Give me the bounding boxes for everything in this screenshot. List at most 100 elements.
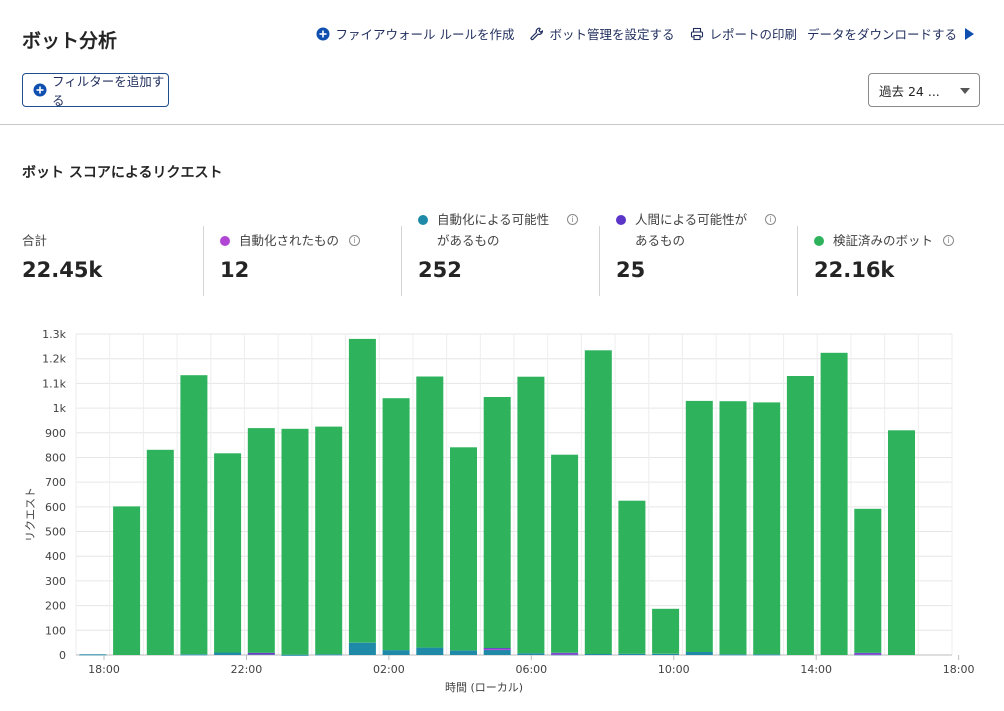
print-report-button[interactable]: レポートの印刷 <box>690 24 797 43</box>
plus-circle-icon <box>33 83 47 97</box>
requests-chart-svg: 0 100 200 300 400 500 600 700 800 900 1k 1.1k 1.2k 1.… <box>24 328 975 694</box>
metric-likely-automated-label-line1: 自動化による可能性 <box>437 212 550 227</box>
y-tick-label: 700 <box>45 476 66 489</box>
info-icon[interactable]: i <box>765 214 777 225</box>
y-tick-label: 400 <box>45 550 66 563</box>
bar-segment[interactable] <box>315 426 343 655</box>
metric-verified-bots-label: 検証済みのボット <box>833 233 934 248</box>
bar-segment[interactable] <box>551 653 579 655</box>
bar-segment[interactable] <box>214 453 242 653</box>
bar-segment[interactable] <box>517 653 545 655</box>
bar-segment[interactable] <box>113 506 141 655</box>
bar-segment[interactable] <box>854 508 882 653</box>
bar-segment[interactable] <box>450 650 477 655</box>
y-tick-label: 100 <box>45 624 66 637</box>
bar-segment[interactable] <box>652 653 680 655</box>
bar-segment[interactable] <box>315 654 343 656</box>
info-icon[interactable]: i <box>943 235 955 246</box>
y-tick-label: 0 <box>59 649 66 662</box>
bar-segment[interactable] <box>483 649 511 651</box>
bar-segment[interactable] <box>348 642 376 655</box>
add-filter-button[interactable]: フィルターを追加する <box>22 73 169 108</box>
bar-segment[interactable] <box>854 652 882 654</box>
x-tick-label: 02:00 <box>373 663 405 676</box>
create-firewall-rule-label: ファイアウォール ルールを作成 <box>335 27 515 42</box>
bar-segment[interactable] <box>854 653 882 655</box>
bar-segment[interactable] <box>753 654 781 656</box>
metric-automated-label: 自動化されたもの <box>239 233 340 248</box>
bar-segment[interactable] <box>247 428 275 653</box>
bar-segment[interactable] <box>584 350 612 654</box>
header-actions: ファイアウォール ルールを作成 ボット管理を設定する レポートの印刷 データをダ… <box>300 24 974 43</box>
page-title: ボット分析 <box>22 30 118 52</box>
plus-circle-icon <box>316 27 330 41</box>
y-tick-label: 1.1k <box>42 377 66 390</box>
bar-segment[interactable] <box>483 649 511 655</box>
x-tick-label: 18:00 <box>943 663 975 676</box>
play-icon <box>965 27 974 40</box>
bar-segment[interactable] <box>719 401 747 655</box>
bar-segment[interactable] <box>888 430 915 655</box>
bar-segment[interactable] <box>584 654 612 655</box>
add-filter-label: フィルターを追加する <box>52 74 165 108</box>
bar-segment[interactable] <box>214 652 242 656</box>
bar-segment[interactable] <box>685 652 713 655</box>
metric-divider <box>401 226 402 296</box>
bar-segment[interactable] <box>382 650 410 655</box>
bar-segment[interactable] <box>685 400 713 652</box>
bar-segment[interactable] <box>517 376 545 654</box>
bar-segment[interactable] <box>753 402 781 655</box>
x-axis-title: 時間 (ローカル) <box>445 681 523 694</box>
download-data-button[interactable]: データをダウンロードする <box>807 24 974 43</box>
configure-bot-management-label: ボット管理を設定する <box>549 27 675 42</box>
bar-segment[interactable] <box>146 449 174 655</box>
bar-segment[interactable] <box>180 375 208 655</box>
create-firewall-rule-button[interactable]: ファイアウォール ルールを作成 <box>316 24 514 43</box>
metric-automated-value: 12 <box>220 258 250 282</box>
x-tick-label: 06:00 <box>515 663 547 676</box>
bar-segment[interactable] <box>450 447 477 651</box>
y-tick-label: 1.3k <box>42 328 66 341</box>
bar-segment[interactable] <box>79 654 107 656</box>
bar-segment[interactable] <box>180 654 208 656</box>
bar-segment[interactable] <box>281 654 309 656</box>
bar-segment[interactable] <box>551 652 579 654</box>
header-divider <box>0 124 1004 125</box>
info-icon[interactable]: i <box>349 235 361 246</box>
wrench-icon <box>530 27 544 41</box>
metric-verified-bots: 検証済みのボット i 22.16k <box>814 230 994 282</box>
metric-likely-human-label-line1: 人間による可能性が <box>635 212 748 227</box>
bar-segment[interactable] <box>618 500 646 654</box>
bar-segment[interactable] <box>652 608 680 654</box>
bar-segment[interactable] <box>416 647 444 655</box>
bar-segment[interactable] <box>719 654 747 656</box>
info-icon[interactable]: i <box>567 214 579 225</box>
bar-segment[interactable] <box>483 648 511 650</box>
metric-likely-human: 人間による可能性が あるもの i 25 <box>616 209 786 282</box>
chevron-down-icon <box>960 88 970 94</box>
bar-segment[interactable] <box>618 653 646 655</box>
time-range-select[interactable]: 過去 24 ... <box>868 73 980 107</box>
x-tick-label: 18:00 <box>88 663 120 676</box>
metric-automated: 自動化されたもの i 12 <box>220 230 361 282</box>
y-tick-label: 600 <box>45 501 66 514</box>
y-tick-label: 1k <box>53 402 67 415</box>
download-data-label: データをダウンロードする <box>806 27 957 42</box>
bar-segment[interactable] <box>483 397 511 649</box>
bar-segment[interactable] <box>786 376 814 655</box>
likely-human-legend-dot <box>616 215 626 225</box>
section-title: ボット スコアによるリクエスト <box>22 165 223 181</box>
bar-segment[interactable] <box>382 398 410 651</box>
configure-bot-management-button[interactable]: ボット管理を設定する <box>530 24 674 43</box>
likely-automated-legend-dot <box>418 215 428 225</box>
bar-segment[interactable] <box>551 454 579 653</box>
bar-segment[interactable] <box>247 652 275 654</box>
bar-segment[interactable] <box>348 338 376 643</box>
metric-likely-automated-value: 252 <box>418 258 462 282</box>
bar-segment[interactable] <box>281 428 309 655</box>
chart-bars <box>79 338 915 656</box>
bar-segment[interactable] <box>820 352 848 655</box>
y-tick-label: 300 <box>45 575 66 588</box>
bar-segment[interactable] <box>416 376 444 648</box>
verified-legend-dot <box>814 236 824 246</box>
